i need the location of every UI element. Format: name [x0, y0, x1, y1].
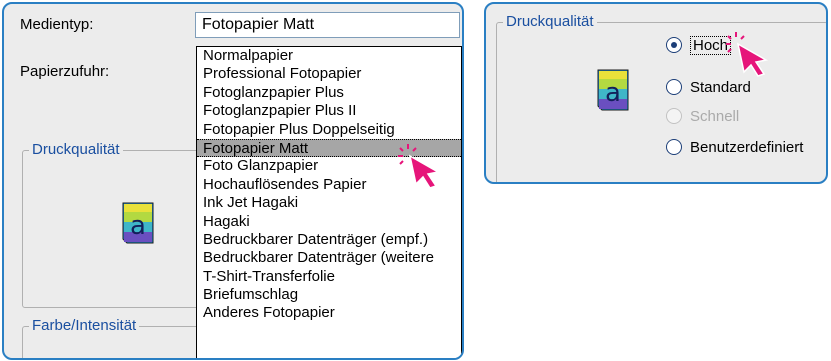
pointer-cursor-icon	[398, 144, 441, 189]
document-quality-icon-right: a	[597, 69, 629, 111]
media-type-option[interactable]: Fotoglanzpapier Plus II	[197, 102, 461, 120]
radio-fast-label: Schnell	[690, 107, 740, 125]
color-intensity-group: Farbe/Intensität	[22, 317, 204, 358]
print-quality-group: Druckqualität a	[22, 141, 204, 308]
radio-fast-button	[666, 108, 682, 124]
radio-standard-button[interactable]	[666, 79, 682, 95]
media-type-option[interactable]: Professional Fotopapier	[197, 65, 461, 83]
media-type-option[interactable]: Fotoglanzpapier Plus	[197, 84, 461, 102]
print-quality-group-title: Druckqualität	[29, 141, 123, 158]
radio-quality-high[interactable]: Hoch	[666, 34, 732, 56]
media-type-option[interactable]: Bedruckbarer Datenträger (empf.)	[197, 231, 461, 249]
radio-standard-label: Standard	[690, 78, 751, 96]
media-type-label: Medientyp:	[20, 16, 94, 33]
print-quality-group-right: Druckqualität	[496, 13, 826, 182]
media-type-combobox[interactable]: Fotopapier Matt	[195, 12, 460, 38]
media-settings-panel: Medientyp: Papierzufuhr: Fotopapier Matt…	[2, 2, 464, 360]
paper-feed-label: Papierzufuhr:	[20, 63, 110, 80]
media-type-value: Fotopapier Matt	[202, 16, 315, 33]
media-type-option[interactable]: Fotopapier Plus Doppelseitig	[197, 121, 461, 139]
print-quality-panel: Druckqualität a Hoch Standard Schnell Be…	[484, 2, 828, 184]
media-type-option[interactable]: Bedruckbarer Datenträger (weitere	[197, 249, 461, 267]
pointer-cursor-icon-right	[726, 32, 769, 77]
media-type-option[interactable]: Normalpapier	[197, 47, 461, 65]
radio-high-button[interactable]	[666, 37, 682, 53]
media-type-dropdown-list[interactable]: Normalpapier Professional Fotopapier Fotog…	[196, 46, 462, 358]
document-quality-icon: a	[122, 202, 154, 244]
radio-custom-label: Benutzerdefiniert	[690, 138, 804, 156]
icon-letter: a	[130, 211, 146, 241]
media-type-option[interactable]: T-Shirt-Transferfolie	[197, 268, 461, 286]
color-intensity-group-title: Farbe/Intensität	[29, 317, 140, 334]
radio-quality-custom[interactable]: Benutzerdefiniert	[666, 136, 803, 158]
media-type-option[interactable]: Briefumschlag	[197, 286, 461, 304]
media-type-option[interactable]: Ink Jet Hagaki	[197, 194, 461, 212]
radio-quality-fast: Schnell	[666, 105, 739, 127]
media-type-option[interactable]: Anderes Fotopapier	[197, 304, 461, 322]
radio-quality-standard[interactable]: Standard	[666, 76, 751, 98]
icon-letter-right: a	[605, 78, 621, 108]
radio-custom-button[interactable]	[666, 139, 682, 155]
print-quality-title-right: Druckqualität	[503, 13, 597, 30]
media-type-option[interactable]: Hagaki	[197, 213, 461, 231]
